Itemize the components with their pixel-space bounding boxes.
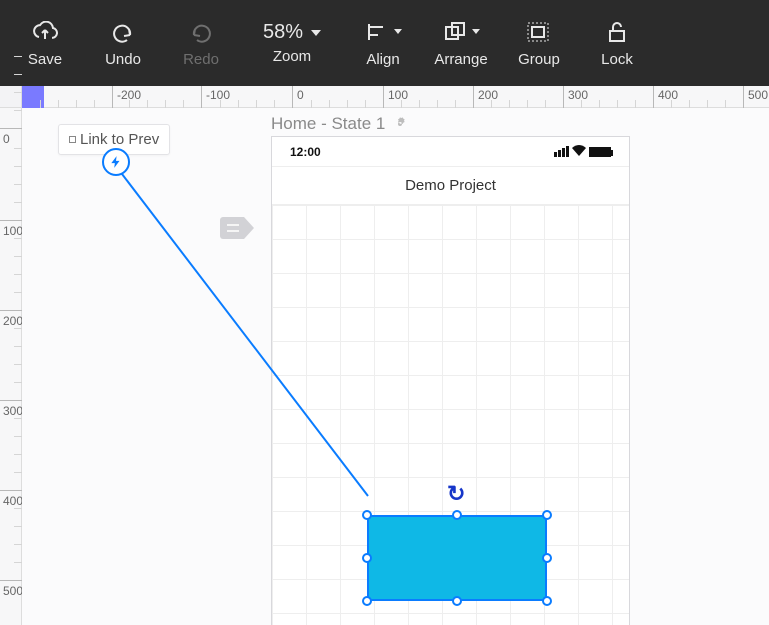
device-body[interactable]: ↻	[272, 205, 629, 625]
zoom-value: 58%	[263, 21, 303, 44]
redo-button[interactable]: Redo	[174, 19, 228, 68]
resize-handle-w[interactable]	[362, 553, 372, 563]
resize-handle-ne[interactable]	[542, 510, 552, 520]
zoom-label: Zoom	[273, 48, 311, 65]
undo-button[interactable]: Undo	[96, 19, 150, 68]
app-title: Demo Project	[405, 177, 496, 194]
chevron-down-icon	[472, 29, 480, 34]
resize-handle-sw[interactable]	[362, 596, 372, 606]
align-button[interactable]: Align	[356, 19, 410, 68]
resize-handle-e[interactable]	[542, 553, 552, 563]
battery-icon	[589, 147, 611, 157]
resize-handle-se[interactable]	[542, 596, 552, 606]
group-button[interactable]: Group	[512, 19, 566, 68]
save-label: Save	[28, 51, 62, 68]
arrange-button[interactable]: Arrange	[434, 19, 488, 68]
interaction-badge[interactable]	[102, 148, 130, 176]
undo-label: Undo	[105, 51, 141, 68]
chevron-down-icon	[311, 30, 321, 36]
link-anchor-icon	[69, 136, 76, 143]
wifi-icon	[572, 145, 586, 159]
redo-icon	[188, 19, 214, 45]
page-label[interactable]: Home - State 1	[271, 114, 409, 134]
resize-handle-nw[interactable]	[362, 510, 372, 520]
signal-icon	[554, 146, 569, 157]
toolbar: Save Undo Redo 58% Zoom Align Arrange	[0, 0, 769, 86]
canvas[interactable]: Home - State 1 Link to Prev 12:00 D	[22, 108, 769, 625]
undo-icon	[110, 19, 136, 45]
selected-rectangle[interactable]	[367, 515, 547, 601]
arrange-label: Arrange	[434, 51, 487, 68]
resize-handle-s[interactable]	[452, 596, 462, 606]
page-label-text: Home - State 1	[271, 114, 385, 134]
app-title-bar: Demo Project	[272, 167, 629, 205]
group-label: Group	[518, 51, 560, 68]
lock-button[interactable]: Lock	[590, 19, 644, 68]
align-label: Align	[366, 51, 399, 68]
page-settings-icon[interactable]	[391, 115, 409, 133]
align-icon	[365, 19, 402, 45]
rotate-handle[interactable]: ↻	[447, 481, 465, 507]
arrange-icon	[443, 19, 480, 45]
resize-handle-n[interactable]	[452, 510, 462, 520]
save-button[interactable]: Save	[18, 19, 72, 68]
chevron-down-icon	[394, 29, 402, 34]
status-time: 12:00	[290, 145, 321, 159]
redo-label: Redo	[183, 51, 219, 68]
ruler-corner	[0, 86, 22, 108]
lightning-icon	[109, 155, 123, 169]
cloud-upload-icon	[31, 19, 59, 45]
device-frame[interactable]: 12:00 Demo Project ↻	[271, 136, 630, 625]
ruler-vertical[interactable]: 0100200300400500	[0, 108, 22, 625]
status-bar: 12:00	[272, 137, 629, 167]
overflow-tag-icon[interactable]	[220, 217, 254, 239]
group-icon	[526, 19, 552, 45]
lock-label: Lock	[601, 51, 633, 68]
link-chip-label: Link to Prev	[80, 131, 159, 148]
lock-icon	[605, 19, 629, 45]
zoom-control[interactable]: 58% Zoom	[252, 21, 332, 65]
ruler-horizontal[interactable]: -200-1000100200300400500	[22, 86, 769, 108]
